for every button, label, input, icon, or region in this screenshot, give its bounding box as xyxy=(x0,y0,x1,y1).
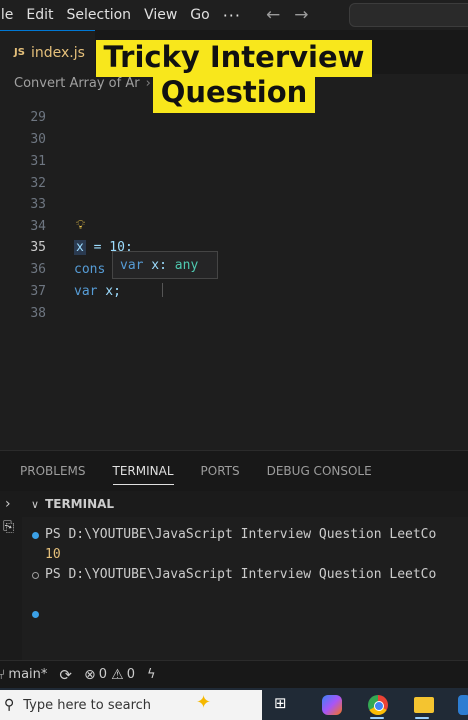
terminal-list-icon[interactable]: ⎘ xyxy=(3,519,14,535)
taskbar-search-box[interactable]: ⚲ Type here to search xyxy=(0,690,262,720)
menu-view[interactable]: View xyxy=(144,7,177,23)
code-editor[interactable]: 29 30 31 32 33 34 35 36 37 38 💡︎ x = 10;… xyxy=(0,100,468,450)
menu-edit[interactable]: Edit xyxy=(26,7,53,23)
hover-name: x: xyxy=(143,257,175,273)
error-icon: ⊗ xyxy=(83,666,96,683)
warning-count: 0 xyxy=(126,667,135,682)
line-number: 31 xyxy=(30,154,46,169)
search-icon: ⚲ xyxy=(4,697,15,713)
arrow-right-icon[interactable]: → xyxy=(294,5,308,25)
line-number-active: 35 xyxy=(30,240,46,255)
running-indicator xyxy=(370,717,384,719)
menu-selection[interactable]: Selection xyxy=(67,7,132,23)
line-number: 37 xyxy=(30,284,46,299)
menu-more-button[interactable]: ··· xyxy=(223,6,241,25)
lightning-icon[interactable]: ϟ xyxy=(147,667,156,682)
hover-keyword: var xyxy=(120,257,144,273)
task-view-icon[interactable]: ⊞ xyxy=(274,694,294,714)
chevron-right-icon[interactable]: › xyxy=(5,496,23,512)
file-explorer-icon[interactable] xyxy=(414,697,434,713)
tab-problems[interactable]: PROBLEMS xyxy=(20,451,86,491)
search-placeholder: Type here to search xyxy=(23,697,152,713)
running-indicator xyxy=(415,717,429,719)
tab-debug-console[interactable]: DEBUG CONSOLE xyxy=(267,451,372,491)
terminal-title[interactable]: TERMINAL xyxy=(45,497,114,511)
tab-label: index.js xyxy=(30,44,85,61)
terminal-side-strip: ⎘ xyxy=(0,517,22,661)
panel-tabs: PROBLEMS TERMINAL PORTS DEBUG CONSOLE xyxy=(0,451,468,491)
line-number: 34 xyxy=(30,219,46,234)
hover-type: any xyxy=(174,257,199,273)
chevron-right-icon: › xyxy=(145,76,151,91)
bottom-panel: PROBLEMS TERMINAL PORTS DEBUG CONSOLE › … xyxy=(0,450,468,661)
code-variable-x: x xyxy=(74,240,86,255)
line-number: 30 xyxy=(30,132,46,147)
terminal-output-line: 10 xyxy=(45,547,61,562)
line-number: 32 xyxy=(30,176,46,191)
code-line-37: var x; xyxy=(74,284,121,299)
terminal-cursor-dot xyxy=(32,611,39,618)
copilot-icon[interactable] xyxy=(322,695,342,715)
code-line-36: cons xyxy=(74,262,106,277)
tab-index-js[interactable]: JS index.js xyxy=(0,30,95,74)
windows-taskbar: ⚲ Type here to search ✦ ⊞ xyxy=(0,688,468,720)
command-success-dot[interactable] xyxy=(32,532,39,539)
status-bar: ⑂ main* ⟳ ⊗ 0 ⚠ 0 ϟ xyxy=(0,660,468,688)
line-number: 29 xyxy=(30,110,46,125)
command-pending-dot[interactable] xyxy=(32,572,39,579)
hover-tooltip: var x: any xyxy=(112,251,218,279)
sparkle-icon[interactable]: ✦ xyxy=(196,692,211,713)
code-keyword-var: var xyxy=(74,284,98,299)
menu-go[interactable]: Go xyxy=(190,7,209,23)
breadcrumb-item[interactable]: Convert Array of Ar xyxy=(14,76,140,91)
editor-tab-bar: JS index.js xyxy=(0,30,468,74)
breadcrumb: Convert Array of Ar › ... xyxy=(14,76,169,91)
chevron-down-icon[interactable]: ∨ xyxy=(31,498,39,511)
warning-icon: ⚠ xyxy=(111,666,124,683)
line-number: 38 xyxy=(30,306,46,321)
menu-bar: ile Edit Selection View Go ··· ← → xyxy=(0,0,468,30)
menu-file[interactable]: ile xyxy=(0,7,13,23)
app-icon[interactable] xyxy=(458,695,468,715)
text-cursor xyxy=(162,283,163,297)
tab-ports[interactable]: PORTS xyxy=(201,451,240,491)
error-count: 0 xyxy=(98,667,107,682)
terminal-line: PS D:\YOUTUBE\JavaScript Interview Quest… xyxy=(45,527,437,542)
chrome-icon[interactable] xyxy=(368,695,388,715)
tab-terminal[interactable]: TERMINAL xyxy=(112,451,174,491)
command-center[interactable] xyxy=(349,3,468,27)
terminal-output[interactable]: PS D:\YOUTUBE\JavaScript Interview Quest… xyxy=(22,517,468,661)
lightbulb-icon[interactable]: 💡︎ xyxy=(76,218,85,233)
arrow-left-icon[interactable]: ← xyxy=(266,5,280,25)
line-number: 36 xyxy=(30,262,46,277)
code-declaration: x; xyxy=(97,284,121,299)
sync-icon[interactable]: ⟳ xyxy=(59,666,72,684)
git-branch-icon: ⑂ xyxy=(0,666,6,683)
git-branch[interactable]: ⑂ main* xyxy=(0,667,47,683)
terminal-line: PS D:\YOUTUBE\JavaScript Interview Quest… xyxy=(45,567,437,582)
breadcrumb-item[interactable]: ... xyxy=(157,76,169,91)
javascript-file-icon: JS xyxy=(14,47,25,58)
branch-name: main* xyxy=(8,667,48,682)
problems-status[interactable]: ⊗ 0 ⚠ 0 xyxy=(84,667,135,683)
line-number: 33 xyxy=(30,197,46,212)
terminal-header: › ∨ TERMINAL xyxy=(0,491,468,517)
